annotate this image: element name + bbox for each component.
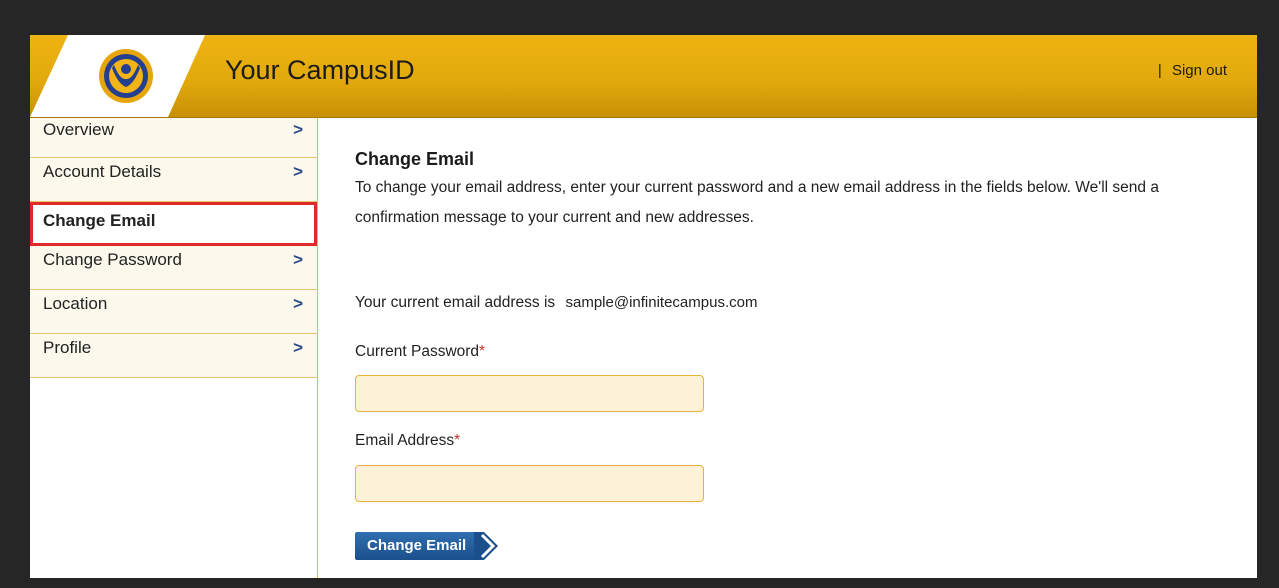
signout-area: | Sign out — [1158, 62, 1227, 79]
sidebar-item-change-password[interactable]: Change Password > — [30, 246, 317, 290]
password-label-text: Current Password — [355, 343, 480, 360]
sidebar-item-change-email[interactable]: Change Email — [30, 202, 317, 246]
email-label: Email Address* — [355, 432, 460, 450]
page-description: To change your email address, enter your… — [355, 179, 1159, 226]
app-window: Your CampusID | Sign out Overview > Acco… — [30, 35, 1257, 578]
header-separator: | — [1157, 62, 1162, 79]
sidebar-item-location[interactable]: Location > — [30, 290, 317, 334]
chevron-right-icon — [474, 532, 499, 560]
page-title: Change Email — [355, 149, 475, 169]
chevron-right-icon: > — [293, 120, 303, 139]
current-email-prefix: Your current email address is — [355, 294, 556, 311]
signout-link[interactable]: Sign out — [1172, 62, 1227, 79]
sidebar-item-label: Account Details — [43, 162, 162, 181]
chevron-right-icon: > — [293, 250, 303, 269]
required-marker: * — [454, 432, 461, 449]
sidebar-item-label: Change Password — [43, 250, 182, 269]
current-email-value: sample@infinitecampus.com — [565, 294, 758, 311]
sidebar-item-label: Change Email — [43, 211, 156, 230]
current-password-input[interactable] — [355, 375, 704, 412]
sidebar-item-profile[interactable]: Profile > — [30, 334, 317, 378]
chevron-right-icon: > — [293, 294, 303, 313]
chevron-right-icon: > — [293, 338, 303, 357]
sidebar-item-account-details[interactable]: Account Details > — [30, 158, 317, 202]
change-email-button[interactable]: Change Email — [355, 532, 500, 562]
email-label-text: Email Address — [355, 432, 455, 449]
sidebar-item-label: Overview — [43, 120, 114, 139]
sidebar-item-label: Location — [43, 294, 108, 313]
chevron-right-icon: > — [293, 162, 303, 181]
campus-logo-icon — [30, 35, 205, 117]
required-marker: * — [479, 343, 486, 360]
sidebar-item-overview[interactable]: Overview > — [30, 118, 317, 158]
header-bar: Your CampusID | Sign out — [30, 35, 1257, 118]
email-address-input[interactable] — [355, 465, 704, 502]
current-email-line: Your current email address is sample@inf… — [355, 294, 757, 312]
sidebar-item-label: Profile — [43, 338, 92, 357]
sidebar-nav: Overview > Account Details > Change Emai… — [30, 118, 318, 578]
app-title: Your CampusID — [225, 55, 415, 85]
password-label: Current Password* — [355, 343, 485, 361]
change-email-button-label: Change Email — [355, 532, 479, 560]
